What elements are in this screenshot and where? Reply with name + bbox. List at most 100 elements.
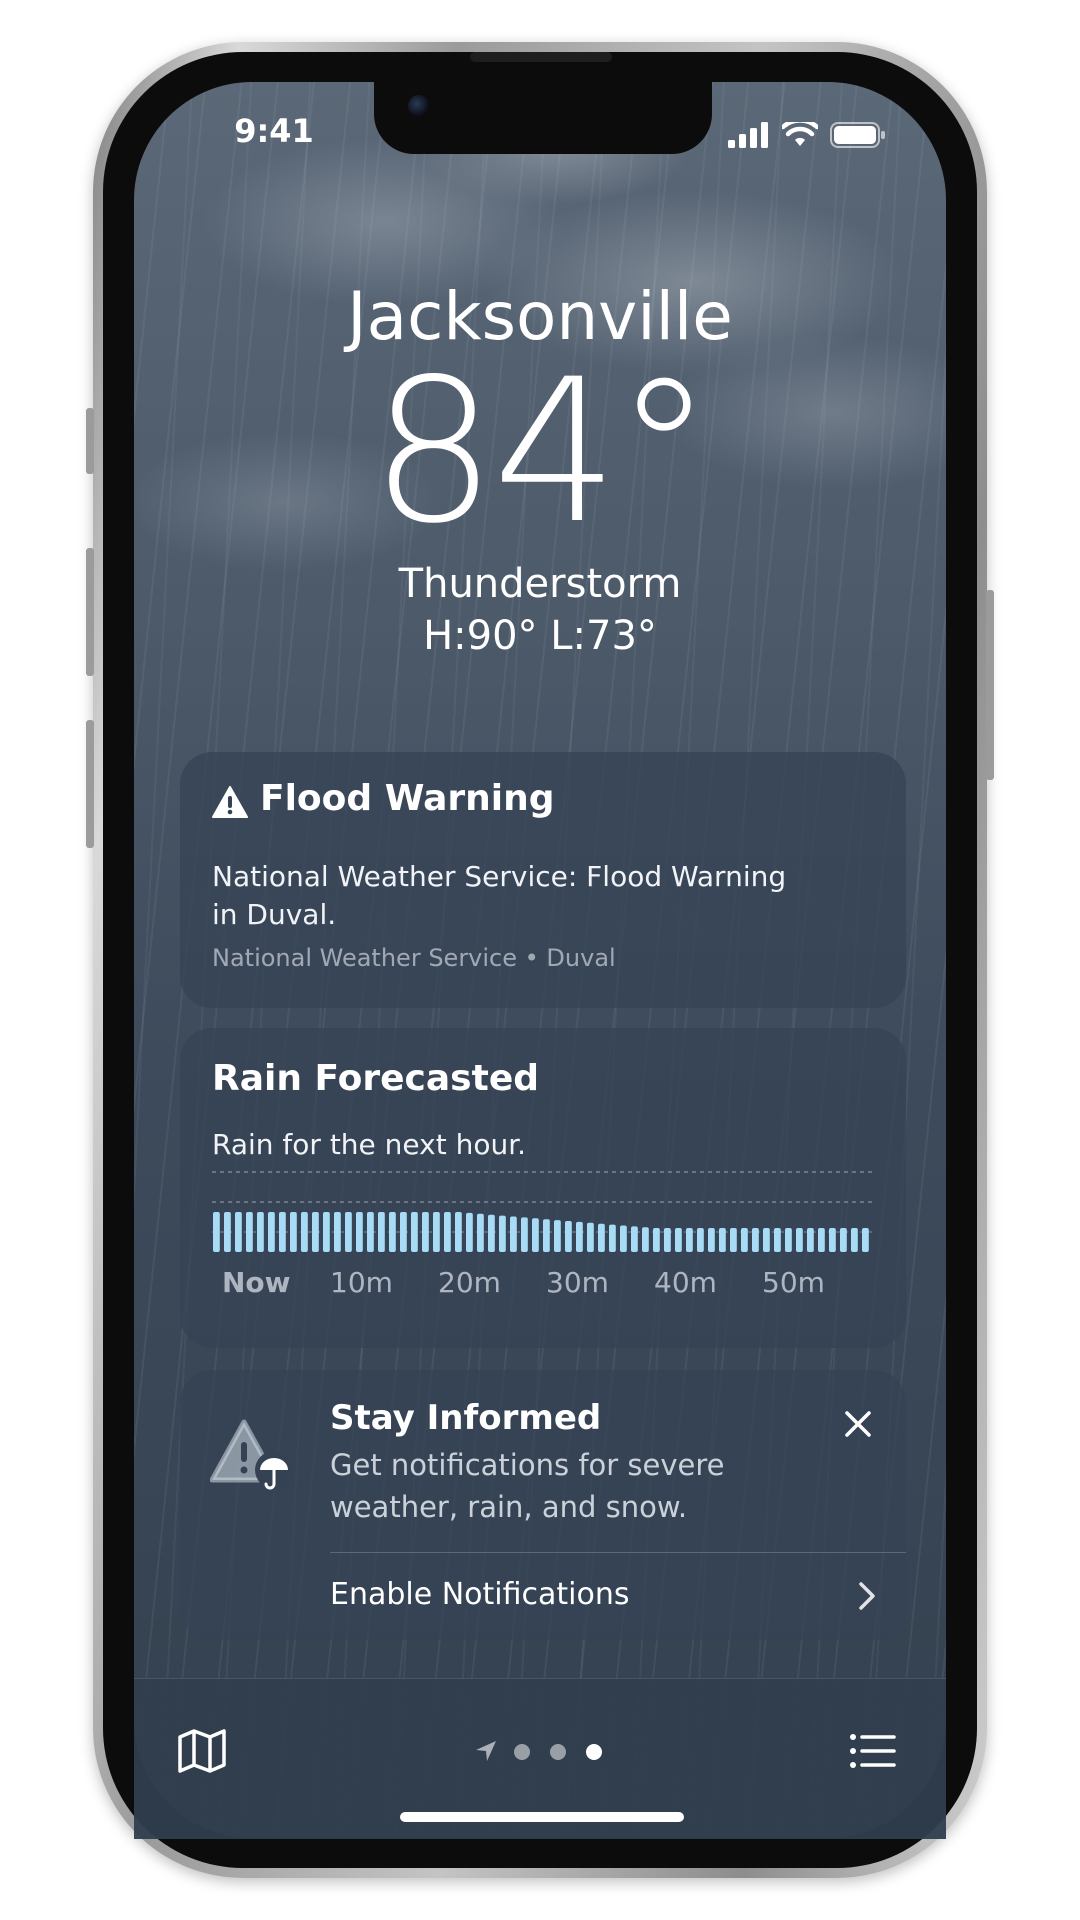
front-camera bbox=[408, 95, 430, 117]
map-icon[interactable] bbox=[178, 1729, 226, 1773]
flood-warning-body-line1: National Weather Service: Flood Warning bbox=[212, 860, 787, 893]
rain-forecast-card[interactable]: Rain Forecasted Rain for the next hour. … bbox=[180, 1028, 906, 1348]
rain-bar bbox=[807, 1228, 814, 1252]
rain-bar bbox=[466, 1212, 473, 1252]
location-arrow-icon bbox=[476, 1741, 496, 1761]
list-icon[interactable] bbox=[850, 1733, 896, 1769]
rain-bar bbox=[840, 1228, 847, 1252]
rain-forecast-subtitle: Rain for the next hour. bbox=[212, 1128, 527, 1161]
rain-bar bbox=[664, 1228, 671, 1252]
flood-warning-source: National Weather Service • Duval bbox=[212, 944, 616, 972]
rain-bar bbox=[532, 1218, 539, 1252]
page-indicator[interactable] bbox=[474, 1737, 634, 1767]
rain-bar bbox=[642, 1227, 649, 1252]
rain-bar bbox=[499, 1215, 506, 1252]
stay-informed-body-line1: Get notifications for severe bbox=[330, 1448, 725, 1482]
rain-bar bbox=[587, 1222, 594, 1252]
rain-forecast-title: Rain Forecasted bbox=[212, 1058, 540, 1099]
rain-bar bbox=[400, 1212, 407, 1252]
rain-bar bbox=[356, 1212, 363, 1252]
rain-bar bbox=[862, 1228, 869, 1252]
stay-informed-card[interactable]: Stay Informed Get notifications for seve… bbox=[180, 1370, 906, 1640]
rain-bar bbox=[543, 1219, 550, 1252]
stay-informed-body-line2: weather, rain, and snow. bbox=[330, 1490, 688, 1524]
weather-condition: Thunderstorm bbox=[398, 561, 682, 607]
axis-label-now: Now bbox=[222, 1266, 291, 1299]
rain-bar bbox=[378, 1212, 385, 1252]
chevron-right-icon bbox=[859, 1582, 875, 1610]
stay-informed-title: Stay Informed bbox=[330, 1398, 602, 1438]
rain-bar bbox=[576, 1221, 583, 1252]
rain-bar bbox=[774, 1228, 781, 1252]
rain-bar bbox=[697, 1228, 704, 1252]
rain-bar bbox=[708, 1228, 715, 1252]
battery-icon bbox=[830, 122, 885, 148]
rain-bar bbox=[796, 1228, 803, 1252]
rain-bar bbox=[444, 1212, 451, 1252]
weather-content: 9:41 Jacksonville 84° Thunderstorm H:90°… bbox=[0, 0, 1080, 1920]
rain-bar bbox=[235, 1212, 242, 1252]
rain-bar bbox=[224, 1212, 231, 1252]
rain-bar bbox=[609, 1224, 616, 1252]
warning-triangle-icon bbox=[212, 786, 248, 818]
rain-bar bbox=[620, 1225, 627, 1252]
rain-bar bbox=[422, 1212, 429, 1252]
rain-bar bbox=[598, 1223, 605, 1252]
page-dot-icon bbox=[550, 1744, 566, 1760]
home-indicator[interactable] bbox=[400, 1812, 684, 1822]
rain-bar bbox=[752, 1228, 759, 1252]
page-dot-icon bbox=[514, 1744, 530, 1760]
flood-warning-body-line2: in Duval. bbox=[212, 898, 337, 931]
rain-bar bbox=[345, 1212, 352, 1252]
wifi-icon bbox=[782, 122, 818, 146]
status-time: 9:41 bbox=[234, 112, 314, 150]
rain-bar bbox=[433, 1212, 440, 1252]
close-icon[interactable] bbox=[844, 1410, 872, 1438]
high-low-temperature: H:90° L:73° bbox=[423, 613, 657, 659]
axis-label-10m: 10m bbox=[330, 1266, 393, 1299]
rain-bar bbox=[389, 1212, 396, 1252]
rain-bar bbox=[323, 1212, 330, 1252]
rain-bar bbox=[818, 1228, 825, 1252]
flood-warning-card[interactable]: Flood Warning National Weather Service: … bbox=[180, 752, 906, 1008]
rain-bar bbox=[213, 1212, 220, 1252]
notch bbox=[374, 82, 712, 154]
rain-bar bbox=[367, 1212, 374, 1252]
rain-bar bbox=[565, 1221, 572, 1252]
rain-bar bbox=[521, 1217, 528, 1252]
rain-bar bbox=[246, 1212, 253, 1252]
rain-bar bbox=[741, 1228, 748, 1252]
rain-bar bbox=[510, 1216, 517, 1252]
rain-bar bbox=[488, 1214, 495, 1252]
cellular-signal-icon bbox=[728, 122, 768, 148]
rain-bar bbox=[290, 1212, 297, 1252]
rain-bar bbox=[719, 1228, 726, 1252]
rain-bar bbox=[312, 1212, 319, 1252]
rain-bar bbox=[279, 1212, 286, 1252]
status-icons bbox=[728, 118, 886, 152]
rain-bar bbox=[268, 1212, 275, 1252]
axis-label-30m: 30m bbox=[546, 1266, 609, 1299]
rain-bar bbox=[257, 1212, 264, 1252]
weather-alert-icon bbox=[210, 1419, 293, 1490]
rain-bar bbox=[334, 1212, 341, 1252]
enable-notifications-row[interactable]: Enable Notifications bbox=[330, 1553, 906, 1640]
rain-bar bbox=[411, 1212, 418, 1252]
rain-intensity-chart bbox=[212, 1171, 872, 1252]
rain-bar bbox=[675, 1228, 682, 1252]
rain-bar bbox=[301, 1212, 308, 1252]
axis-label-50m: 50m bbox=[762, 1266, 825, 1299]
rain-bar bbox=[730, 1228, 737, 1252]
rain-bar bbox=[477, 1213, 484, 1252]
axis-label-40m: 40m bbox=[654, 1266, 717, 1299]
rain-bar bbox=[763, 1228, 770, 1252]
rain-bar bbox=[554, 1220, 561, 1252]
enable-notifications-label: Enable Notifications bbox=[330, 1577, 630, 1612]
rain-bar bbox=[686, 1228, 693, 1252]
current-temperature: 84° bbox=[370, 336, 714, 567]
rain-bar bbox=[785, 1228, 792, 1252]
rain-bar bbox=[829, 1228, 836, 1252]
rain-bar bbox=[653, 1228, 660, 1252]
flood-warning-title: Flood Warning bbox=[260, 778, 555, 819]
axis-label-20m: 20m bbox=[438, 1266, 501, 1299]
